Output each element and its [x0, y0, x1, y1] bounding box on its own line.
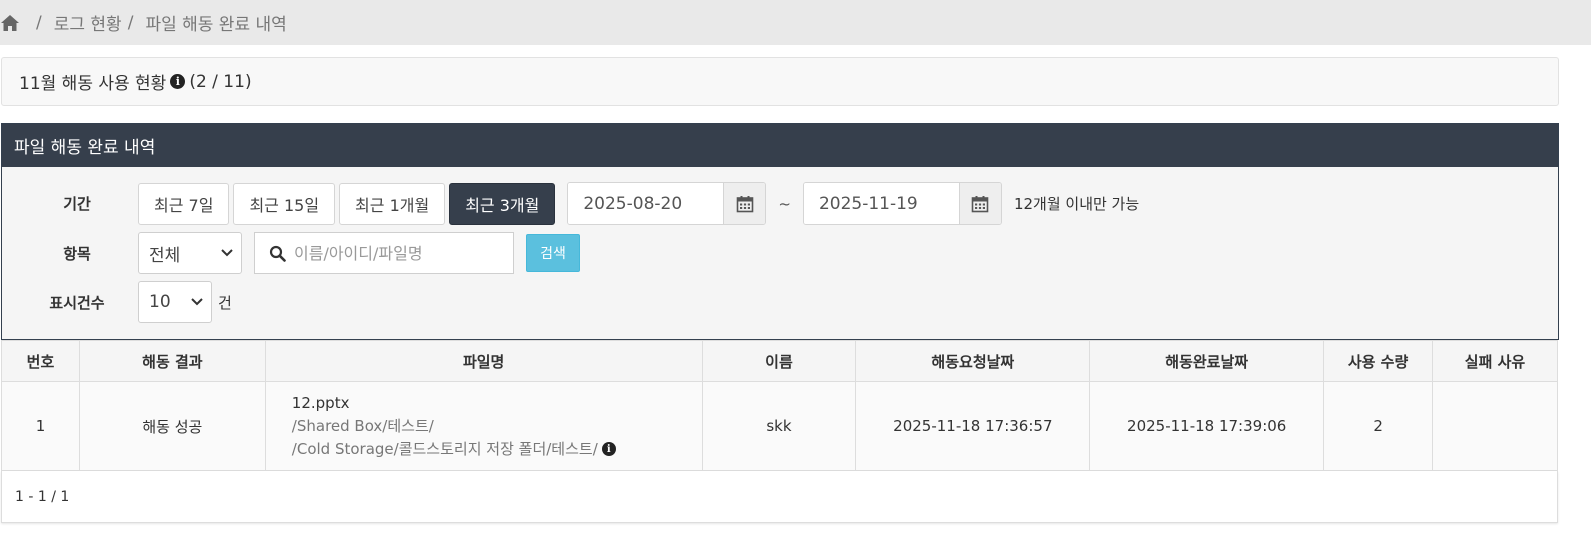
table-row[interactable]: 1 해동 성공 12.pptx /Shared Box/테스트/ /Cold S… [1, 381, 1558, 471]
cell-fail-reason [1432, 381, 1558, 471]
usage-summary: 11월 해동 사용 현황 i (2 / 11) [1, 57, 1559, 106]
info-circle-icon[interactable]: i [601, 442, 616, 456]
search-input[interactable] [294, 243, 504, 263]
cell-file: 12.pptx /Shared Box/테스트/ /Cold Storage/콜… [264, 381, 703, 471]
item-label: 항목 [63, 244, 91, 263]
cell-name: skk [701, 381, 857, 471]
cell-no: 1 [1, 381, 80, 471]
column-header-no[interactable]: 번호 [1, 340, 80, 382]
panel-title: 파일 해동 완료 내역 [2, 124, 1558, 167]
count-select-value: 10 [149, 292, 171, 312]
home-icon[interactable] [0, 13, 20, 33]
count-unit: 건 [218, 293, 232, 312]
item-select-value: 전체 [149, 245, 181, 266]
filter-panel: 파일 해동 완료 내역 기간 최근 7일 최근 15일 최근 1개월 최근 3개… [1, 123, 1559, 340]
usage-count: (2 / 11) [189, 71, 252, 92]
period-row: 기간 최근 7일 최근 15일 최근 1개월 최근 3개월 ~ 12개월 이내만… [2, 182, 1139, 225]
table-header-row: 번호 해동 결과 파일명 이름 해동요청날짜 해동완료날짜 사용 수량 실패 사… [1, 340, 1558, 382]
calendar-icon[interactable] [958, 183, 1001, 224]
pagination-text: 1 - 1 / 1 [15, 488, 70, 505]
column-header-name[interactable]: 이름 [701, 340, 857, 382]
cell-complete-date: 2025-11-18 17:39:06 [1089, 381, 1325, 471]
end-date-group [802, 182, 1002, 225]
period-label: 기간 [63, 195, 91, 213]
search-button[interactable]: 검색 [526, 234, 580, 272]
period-3months-button[interactable]: 최근 3개월 [449, 182, 556, 225]
calendar-icon[interactable] [723, 183, 766, 224]
period-7days-button[interactable]: 최근 7일 [138, 182, 230, 225]
breadcrumb-separator: / [36, 12, 42, 33]
file-name: 12.pptx [291, 393, 350, 412]
search-field [254, 232, 514, 274]
end-date-input[interactable] [803, 183, 959, 224]
column-header-result[interactable]: 해동 결과 [78, 340, 266, 382]
item-select[interactable]: 전체 [138, 232, 242, 274]
item-row: 항목 전체 검색 [2, 232, 580, 274]
column-header-request-date[interactable]: 해동요청날짜 [855, 340, 1091, 382]
period-1month-button[interactable]: 최근 1개월 [339, 182, 446, 225]
chevron-down-icon [191, 298, 203, 306]
breadcrumb: / 로그 현황 / 파일 해동 완료 내역 [0, 0, 1591, 45]
period-15days-button[interactable]: 최근 15일 [233, 182, 336, 225]
start-date-group [567, 182, 767, 225]
breadcrumb-item-log-status[interactable]: 로그 현황 [54, 10, 122, 35]
file-path-source: /Shared Box/테스트/ [291, 416, 434, 435]
cell-request-date: 2025-11-18 17:36:57 [855, 381, 1091, 471]
info-circle-icon[interactable]: i [170, 74, 186, 89]
date-range-note: 12개월 이내만 가능 [1013, 195, 1140, 213]
count-select[interactable]: 10 [138, 281, 212, 323]
column-header-fail-reason[interactable]: 실패 사유 [1432, 340, 1558, 382]
column-header-complete-date[interactable]: 해동완료날짜 [1089, 340, 1325, 382]
pagination-summary: 1 - 1 / 1 [1, 471, 1558, 523]
chevron-down-icon [221, 249, 233, 257]
search-icon [269, 245, 286, 262]
cell-usage: 2 [1323, 381, 1434, 471]
cell-result: 해동 성공 [78, 381, 266, 471]
breadcrumb-item-current: 파일 해동 완료 내역 [145, 15, 287, 35]
count-label: 표시건수 [49, 293, 105, 312]
count-row: 표시건수 10 건 [2, 281, 232, 323]
results-table: 번호 해동 결과 파일명 이름 해동요청날짜 해동완료날짜 사용 수량 실패 사… [1, 340, 1558, 471]
breadcrumb-separator: / [127, 12, 134, 33]
column-header-file-name[interactable]: 파일명 [264, 340, 703, 382]
start-date-input[interactable] [568, 183, 724, 224]
column-header-usage[interactable]: 사용 수량 [1323, 340, 1434, 382]
file-path-destination: /Cold Storage/콜드스토리지 저장 폴더/테스트/ [291, 439, 598, 458]
date-range-separator: ~ [778, 194, 791, 213]
usage-label: 11월 해동 사용 현황 [19, 74, 167, 94]
